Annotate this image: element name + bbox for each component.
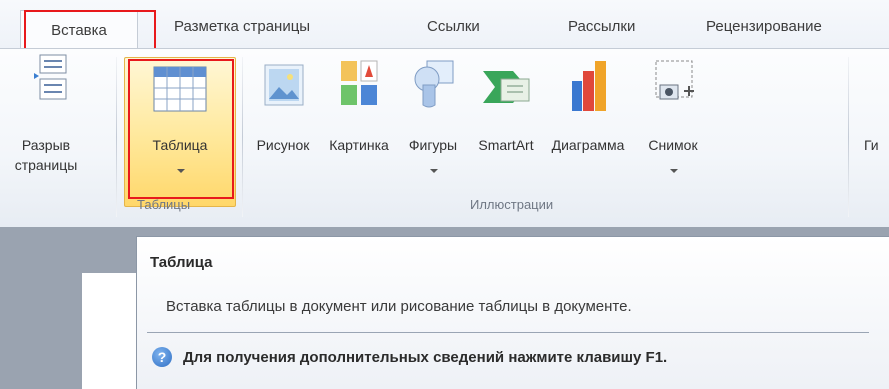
page-break-icon xyxy=(34,54,67,100)
group-separator xyxy=(116,57,117,217)
next-group-label-partial: Ги xyxy=(864,137,879,153)
screenshot-dropdown-icon[interactable] xyxy=(670,169,678,173)
table-button[interactable]: Таблица xyxy=(124,57,236,207)
table-dropdown-icon[interactable] xyxy=(177,169,185,173)
shapes-dropdown-icon[interactable] xyxy=(430,169,438,173)
clipart-button[interactable]: Картинка xyxy=(318,57,400,197)
picture-icon xyxy=(264,64,304,106)
table-icon xyxy=(153,66,207,112)
tab-review[interactable]: Рецензирование xyxy=(706,18,822,35)
screenshot-label: Снимок xyxy=(648,137,698,153)
page-break-label-2: страницы xyxy=(14,157,78,173)
help-icon: ? xyxy=(152,347,172,367)
tab-references[interactable]: Ссылки xyxy=(427,18,480,35)
picture-label: Рисунок xyxy=(256,137,310,153)
chart-button[interactable]: Диаграмма xyxy=(542,57,634,197)
tab-mailings[interactable]: Рассылки xyxy=(568,18,635,35)
group-label-illustrations: Иллюстрации xyxy=(470,197,554,212)
tab-insert[interactable]: Вставка xyxy=(20,10,138,49)
clipart-label: Картинка xyxy=(329,137,389,153)
chart-label: Диаграмма xyxy=(551,137,625,153)
screenshot-button[interactable]: Снимок xyxy=(632,57,714,197)
picture-button[interactable]: Рисунок xyxy=(247,57,319,197)
chart-icon xyxy=(572,61,606,111)
tooltip-description: Вставка таблицы в документ или рисование… xyxy=(166,298,632,315)
tooltip-divider xyxy=(147,332,869,333)
ribbon-tab-bar: Вставка Разметка страницы Ссылки Рассылк… xyxy=(0,0,889,49)
screenshot-icon xyxy=(655,60,694,100)
clipart-icon xyxy=(341,60,378,105)
table-tooltip: Таблица Вставка таблицы в документ или р… xyxy=(136,236,889,389)
smartart-icon xyxy=(483,71,530,103)
page-break-label-1: Разрыв xyxy=(21,137,71,153)
shapes-label: Фигуры xyxy=(408,137,458,153)
next-group-button-partial[interactable]: Ги xyxy=(864,137,889,157)
shapes-button[interactable]: Фигуры xyxy=(397,57,469,197)
group-separator xyxy=(242,57,243,217)
smartart-button[interactable]: SmartArt xyxy=(465,57,547,197)
tab-page-layout[interactable]: Разметка страницы xyxy=(174,18,310,35)
tooltip-title: Таблица xyxy=(150,254,213,271)
group-label-tables: Таблицы xyxy=(137,197,191,212)
table-label: Таблица xyxy=(152,137,208,153)
ribbon: Разрыв страницы Таблица Таблицы Рисунок xyxy=(0,48,889,228)
page-break-button[interactable]: Разрыв страницы xyxy=(0,49,100,199)
smartart-label: SmartArt xyxy=(478,137,534,153)
shapes-icon xyxy=(414,60,454,108)
group-separator xyxy=(848,57,849,217)
tooltip-help-text: Для получения дополнительных сведений на… xyxy=(183,349,668,366)
